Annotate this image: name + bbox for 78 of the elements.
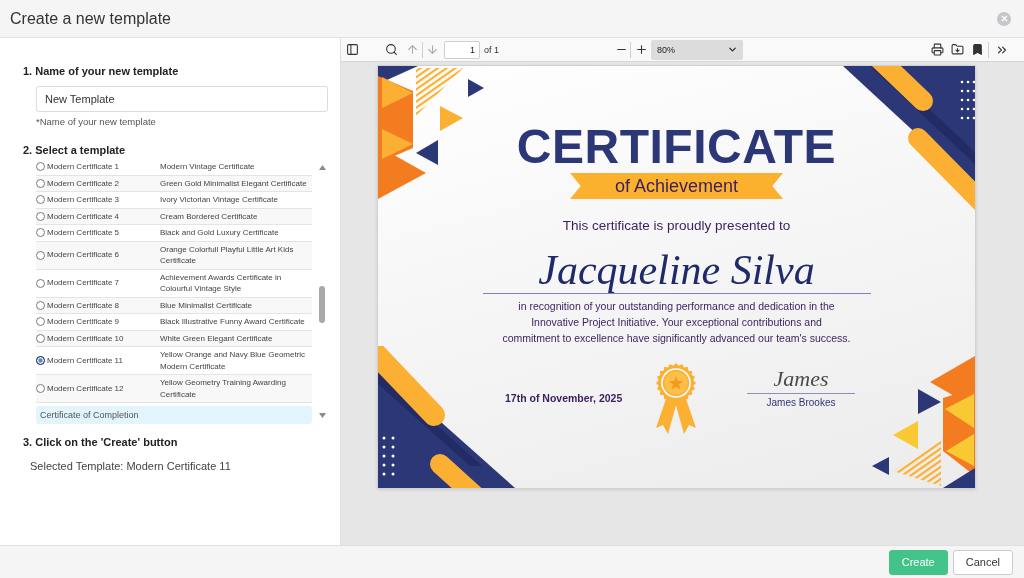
group-header[interactable]: Certificate of Completion — [36, 406, 313, 424]
template-row[interactable]: Modern Certificate 12 Yellow Geometry Training Awarding Certificate — [36, 375, 313, 403]
template-description: Cream Bordered Certificate — [160, 210, 259, 222]
radio-button[interactable] — [36, 211, 45, 221]
zoom-value: 80% — [657, 44, 676, 55]
template-name: Modern Certificate 12 — [47, 382, 124, 395]
radio-button[interactable] — [36, 195, 45, 205]
sidebar-icon — [345, 43, 359, 56]
template-description: Modern Vintage Certificate — [160, 161, 256, 173]
close-icon — [999, 14, 1009, 23]
section-heading: 3. Click on the 'Create' button — [23, 436, 179, 449]
template-row[interactable]: Modern Certificate 6 Orange Colorfull Playful Little Art Kids Certificate — [36, 241, 313, 270]
radio-button[interactable] — [36, 162, 45, 172]
template-name: Modern Certificate 3 — [47, 194, 120, 206]
template-description: Ivory Victorian Vintage Certificate — [160, 194, 279, 206]
radio-button[interactable] — [36, 278, 45, 288]
template-description: Yellow Orange and Navy Blue Geometric Modern Certificate — [160, 349, 307, 372]
folder-download-icon — [950, 43, 964, 56]
arrow-down-icon — [425, 43, 439, 56]
cancel-button[interactable]: Cancel — [952, 549, 1013, 575]
recipient-name: Jacqueline Silva — [538, 247, 815, 293]
template-description: Achievement Awards Certificate in Colourful Vintage Style — [160, 271, 283, 295]
radio-button[interactable] — [36, 300, 45, 310]
citation-text: in recognition of your outstanding performance and dedication in the Innovative Project Initiative. Your exceptional contributions and commitment to excellence have significantly advanced our team's success. — [501, 299, 852, 346]
template-description: Black and Gold Luxury Certificate — [160, 227, 280, 239]
arrow-up-icon — [405, 43, 419, 56]
template-name: Modern Certificate 4 — [47, 210, 120, 222]
template-name: Modern Certificate 11 — [47, 354, 123, 367]
template-row[interactable]: Modern Certificate 9 Black Illustrative Funny Award Certificate — [36, 314, 313, 331]
template-name: Modern Certificate 8 — [47, 299, 120, 311]
search-icon — [384, 43, 398, 56]
template-name: Modern Certificate 1 — [47, 161, 120, 173]
template-description: White Green Elegant Certificate — [160, 332, 274, 344]
bookmark-icon — [970, 43, 984, 56]
selected-template-label: Selected Template: Modern Certificate 11 — [30, 459, 232, 473]
template-name-field[interactable]: New Template — [36, 86, 328, 112]
template-name: Modern Certificate 2 — [47, 177, 120, 189]
template-row[interactable]: Modern Certificate 3 Ivory Victorian Vintage Certificate — [36, 192, 313, 209]
plus-icon — [634, 43, 648, 56]
scroll-up-icon[interactable] — [318, 165, 326, 170]
scrollbar-thumb[interactable] — [319, 286, 325, 323]
print-button[interactable] — [928, 40, 946, 59]
award-date: 17th of November, 2025 — [505, 392, 624, 404]
section-heading: 1. Name of your new template — [23, 65, 180, 78]
template-row[interactable]: Modern Certificate 5 Black and Gold Luxury Certificate — [36, 225, 313, 242]
template-name: Modern Certificate 5 — [47, 227, 120, 239]
template-name: Modern Certificate 7 — [47, 277, 120, 289]
signature-text: James — [773, 366, 829, 392]
template-description: Black Illustrative Funny Award Certificate — [160, 316, 306, 328]
template-description: Orange Colorfull Playful Little Art Kids Certificate — [160, 243, 295, 267]
template-description: Yellow Geometry Training Awarding Certificate — [160, 377, 287, 400]
radio-button[interactable] — [36, 356, 45, 365]
radio-button[interactable] — [36, 333, 45, 343]
certificate-title: CERTIFICATE — [516, 123, 837, 171]
radio-button[interactable] — [36, 317, 45, 327]
presentation-line: This certificate is proudly presented to — [562, 218, 791, 234]
radio-button[interactable] — [36, 250, 45, 260]
section-heading: 2. Select a template — [23, 144, 127, 157]
template-name: Modern Certificate 10 — [47, 332, 124, 344]
template-description: Blue Minimalist Certificate — [160, 299, 254, 311]
zoom-select[interactable]: 80% — [651, 39, 743, 60]
dialog-title: Create a new template — [10, 8, 171, 29]
printer-icon — [930, 43, 944, 56]
close-button[interactable] — [997, 11, 1011, 26]
radio-button[interactable] — [36, 178, 45, 188]
template-row[interactable]: Modern Certificate 1 Modern Vintage Certificate — [36, 159, 313, 176]
scroll-down-icon[interactable] — [318, 413, 326, 418]
field-hint: *Name of your new template — [36, 116, 157, 128]
page-number-field[interactable]: 1 — [444, 40, 480, 59]
template-name: Modern Certificate 6 — [47, 249, 120, 261]
subtitle-ribbon: of Achievement — [570, 173, 783, 199]
page-count: of 1 — [484, 44, 499, 55]
radio-button[interactable] — [36, 384, 45, 393]
template-description: Green Gold Minimalist Elegant Certificate — [160, 177, 308, 189]
caret-icon — [727, 44, 738, 55]
template-name: Modern Certificate 9 — [47, 316, 120, 328]
radio-button[interactable] — [36, 228, 45, 238]
signer-name: James Brookes — [766, 396, 836, 410]
